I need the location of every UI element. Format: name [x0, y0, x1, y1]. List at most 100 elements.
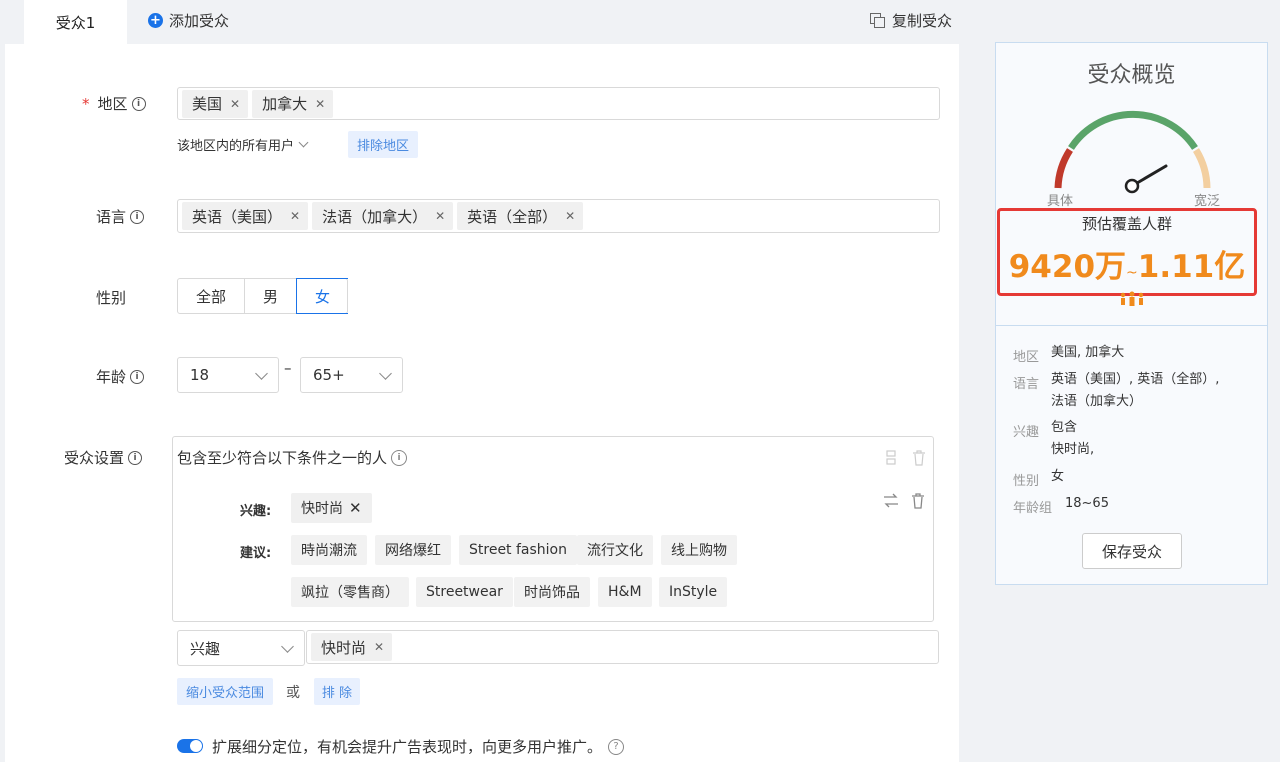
gender-option-female[interactable]: 女 — [296, 278, 348, 314]
reach-gauge — [1054, 110, 1211, 194]
region-input[interactable]: 美国 ✕ 加拿大 ✕ — [177, 87, 940, 120]
interest-label: 兴趣: — [240, 504, 272, 519]
tag-text: 美国 — [192, 95, 223, 113]
summary-age-key: 年龄组 — [1013, 501, 1053, 516]
close-icon[interactable]: ✕ — [349, 499, 362, 517]
gauge-right-label: 宽泛 — [1194, 194, 1221, 209]
chevron-down-icon — [298, 137, 309, 148]
language-tag: 英语（美国） ✕ — [182, 202, 309, 230]
save-audience-button[interactable]: 保存受众 — [1082, 533, 1182, 569]
language-tag: 法语（加拿大） ✕ — [312, 202, 454, 230]
interest-input-tag: 快时尚 ✕ — [311, 633, 393, 661]
copy-audience-label: 复制受众 — [892, 11, 953, 30]
suggest-label: 建议: — [240, 546, 272, 561]
tag-text: 加拿大 — [262, 95, 308, 113]
close-icon[interactable]: ✕ — [374, 640, 384, 654]
suggestion-chip[interactable]: 时尚饰品 — [514, 577, 590, 607]
suggestion-chip[interactable]: InStyle — [659, 577, 728, 607]
age-max-select[interactable]: 65+ — [300, 357, 403, 393]
condition-type-select[interactable]: 兴趣 — [177, 630, 305, 666]
gender-label: 性别 — [96, 287, 126, 308]
close-icon[interactable]: ✕ — [315, 97, 325, 111]
age-range-dash: – — [284, 359, 292, 377]
suggestion-chip[interactable]: 线上购物 — [661, 535, 737, 565]
chevron-down-icon — [379, 366, 392, 380]
info-icon[interactable]: i — [130, 209, 145, 224]
language-label-text: 语言 — [96, 208, 127, 226]
expand-targeting: 扩展细分定位，有机会提升广告表现时，向更多用户推广。 ? — [212, 736, 625, 757]
info-icon[interactable]: i — [131, 96, 146, 111]
tab-audience-1[interactable]: 受众1 — [24, 0, 127, 44]
summary-interest-value-1: 包含 — [1051, 420, 1078, 435]
language-input[interactable]: 英语（美国） ✕ 法语（加拿大） ✕ 英语（全部） ✕ — [177, 199, 940, 233]
copy-icon — [870, 13, 885, 28]
summary-interest-value-2: 快时尚, — [1051, 442, 1095, 457]
panel-divider — [996, 325, 1267, 326]
plus-icon: + — [148, 12, 163, 28]
suggestion-chip[interactable]: 流行文化 — [577, 535, 653, 565]
add-audience-label: 添加受众 — [169, 11, 230, 30]
region-tag: 美国 ✕ — [182, 89, 249, 118]
close-icon[interactable]: ✕ — [290, 209, 300, 223]
close-icon[interactable]: ✕ — [565, 209, 575, 223]
chevron-down-icon — [281, 639, 294, 653]
suggestion-chip[interactable]: 飒拉（零售商） — [291, 577, 409, 607]
language-tag: 英语（全部） ✕ — [457, 202, 584, 230]
tag-text: 英语（美国） — [192, 207, 283, 226]
interest-input[interactable]: 快时尚 ✕ — [306, 630, 939, 664]
summary-language-value-1: 英语（美国）, 英语（全部）, — [1051, 372, 1220, 387]
age-label-text: 年龄 — [96, 368, 127, 386]
narrow-audience-button[interactable]: 缩小受众范围 — [177, 678, 273, 705]
summary-language-value-2: 法语（加拿大） — [1051, 394, 1143, 409]
tag-text: 法语（加拿大） — [322, 207, 428, 226]
region-label: * 地区 i — [82, 93, 146, 114]
info-icon[interactable]: i — [128, 450, 143, 465]
copy-audience-button[interactable]: 复制受众 — [870, 0, 952, 40]
estimate-sep: ~ — [1126, 265, 1138, 281]
tab-bar: 受众1 + 添加受众 复制受众 — [0, 0, 960, 44]
close-icon[interactable]: ✕ — [435, 209, 445, 223]
age-min-select[interactable]: 18 — [177, 357, 279, 393]
age-label: 年龄 i — [96, 366, 145, 387]
estimated-reach: 预估覆盖人群 9420万~1.11亿 — [997, 208, 1257, 296]
gender-selector: 全部 男 女 — [177, 278, 348, 314]
help-icon[interactable]: ? — [608, 738, 625, 755]
age-max-value: 65+ — [313, 366, 345, 384]
summary-region-key: 地区 — [1013, 350, 1040, 365]
age-min-value: 18 — [190, 366, 210, 384]
suggestion-chip[interactable]: Streetwear — [416, 577, 513, 607]
add-audience-button[interactable]: + 添加受众 — [148, 0, 229, 40]
summary-interest-key: 兴趣 — [1013, 425, 1040, 440]
region-label-text: 地区 — [97, 95, 128, 113]
suggestion-chip[interactable]: 网络爆红 — [375, 535, 451, 565]
gender-option-male[interactable]: 男 — [245, 279, 297, 313]
people-icon — [1120, 291, 1144, 306]
suggestion-chip[interactable]: H&M — [598, 577, 652, 607]
estimate-low: 9420万 — [1008, 249, 1127, 285]
gauge-left-label: 具体 — [1047, 194, 1074, 209]
tag-text: 英语（全部） — [467, 207, 558, 226]
exclude-region-button[interactable]: 排除地区 — [348, 131, 418, 158]
estimate-title: 预估覆盖人群 — [1081, 215, 1172, 233]
estimate-value: 9420万~1.11亿 — [1000, 241, 1254, 286]
expand-targeting-text: 扩展细分定位，有机会提升广告表现时，向更多用户推广。 — [212, 738, 603, 756]
required-mark: * — [82, 94, 90, 113]
close-icon[interactable]: ✕ — [230, 97, 240, 111]
audience-settings-text: 受众设置 — [64, 449, 125, 467]
gender-option-all[interactable]: 全部 — [178, 279, 245, 313]
summary-gender-key: 性别 — [1013, 474, 1040, 489]
suggestion-chip[interactable]: 時尚潮流 — [291, 535, 367, 565]
exclude-button[interactable]: 排 除 — [314, 678, 360, 705]
info-icon[interactable]: i — [130, 369, 145, 384]
interest-tag-text: 快时尚 — [301, 501, 343, 517]
region-scope-text: 该地区内的所有用户 — [177, 139, 295, 154]
expand-targeting-toggle[interactable] — [177, 739, 203, 753]
region-scope-dropdown[interactable]: 该地区内的所有用户 — [177, 135, 309, 154]
summary-region-value: 美国, 加拿大 — [1051, 345, 1125, 360]
summary-age-value: 18~65 — [1065, 496, 1109, 511]
trash-icon[interactable] — [912, 493, 924, 509]
swap-icon[interactable] — [884, 493, 898, 508]
summary-language-key: 语言 — [1013, 377, 1040, 392]
suggestion-chip[interactable]: Street fashion — [459, 535, 577, 565]
chevron-down-icon — [255, 366, 268, 380]
